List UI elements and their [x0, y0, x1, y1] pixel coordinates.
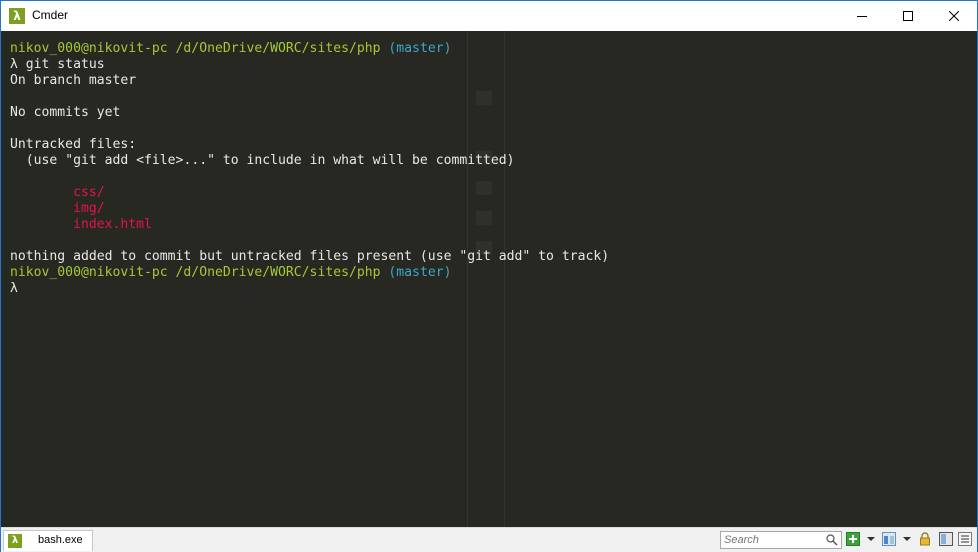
split-view-icon[interactable] [882, 532, 896, 546]
terminal-line: css/ [10, 185, 609, 201]
terminal-text: Untracked files: [10, 137, 137, 152]
minimize-button[interactable] [839, 1, 885, 31]
terminal-line: (use "git add <file>..." to include in w… [10, 153, 609, 169]
terminal-line: λ git status [10, 57, 609, 73]
terminal-line: index.html [10, 217, 609, 233]
terminal-text: nikov_000@nikovit-pc /d/OneDrive/WORC/si… [10, 41, 381, 56]
search-icon[interactable] [826, 534, 838, 546]
cmder-lambda-icon[interactable]: λ [9, 8, 25, 24]
terminal-line: nikov_000@nikovit-pc /d/OneDrive/WORC/si… [10, 265, 609, 281]
terminal-text: index.html [73, 217, 152, 232]
console-tab-label: bash.exe [38, 534, 83, 546]
terminal-output: nikov_000@nikovit-pc /d/OneDrive/WORC/si… [10, 41, 609, 297]
window-title: Cmder [32, 8, 69, 22]
terminal-line: img/ [10, 201, 609, 217]
terminal-text: (master) [388, 41, 452, 56]
terminal-text: λ git status [10, 57, 105, 72]
terminal-text: (use "git add <file>..." to include in w… [25, 153, 515, 168]
terminal-line: nothing added to commit but untracked fi… [10, 249, 609, 265]
title-bar[interactable]: λ Cmder [1, 1, 977, 31]
terminal-line: On branch master [10, 73, 609, 89]
cmder-window: λ Cmder nikov_000@nikovit-pc /d/OneDrive… [0, 0, 978, 552]
search-input[interactable] [724, 532, 820, 548]
terminal-text: (master) [388, 265, 452, 280]
terminal-text: img/ [73, 201, 105, 216]
terminal-line: No commits yet [10, 105, 609, 121]
menu-icon[interactable] [958, 532, 972, 546]
terminal-line: Untracked files: [10, 137, 609, 153]
close-icon [949, 11, 959, 21]
status-bar: λ bash.exe [1, 527, 977, 552]
terminal-text: nothing added to commit but untracked fi… [10, 249, 610, 264]
minimize-icon [857, 16, 867, 17]
close-button[interactable] [931, 1, 977, 31]
new-console-dropdown-arrow-icon[interactable] [867, 537, 875, 541]
search-box[interactable] [720, 531, 842, 549]
terminal-line: λ [10, 281, 609, 297]
lock-icon[interactable] [918, 532, 932, 546]
console-tab-bash[interactable]: λ bash.exe [3, 530, 93, 551]
terminal-line: nikov_000@nikovit-pc /d/OneDrive/WORC/si… [10, 41, 609, 57]
terminal-text: λ [10, 281, 18, 296]
split-dropdown-arrow-icon[interactable] [903, 537, 911, 541]
maximize-button[interactable] [885, 1, 931, 31]
terminal-text: On branch master [10, 73, 137, 88]
maximize-icon [903, 11, 913, 21]
bash-lambda-icon: λ [8, 534, 22, 548]
terminal-text: No commits yet [10, 105, 121, 120]
new-console-plus-icon[interactable] [846, 532, 860, 546]
terminal-text: nikov_000@nikovit-pc /d/OneDrive/WORC/si… [10, 265, 381, 280]
terminal-text: css/ [73, 185, 105, 200]
tab-panel-icon[interactable] [939, 532, 953, 546]
terminal-console[interactable]: nikov_000@nikovit-pc /d/OneDrive/WORC/si… [1, 31, 977, 527]
